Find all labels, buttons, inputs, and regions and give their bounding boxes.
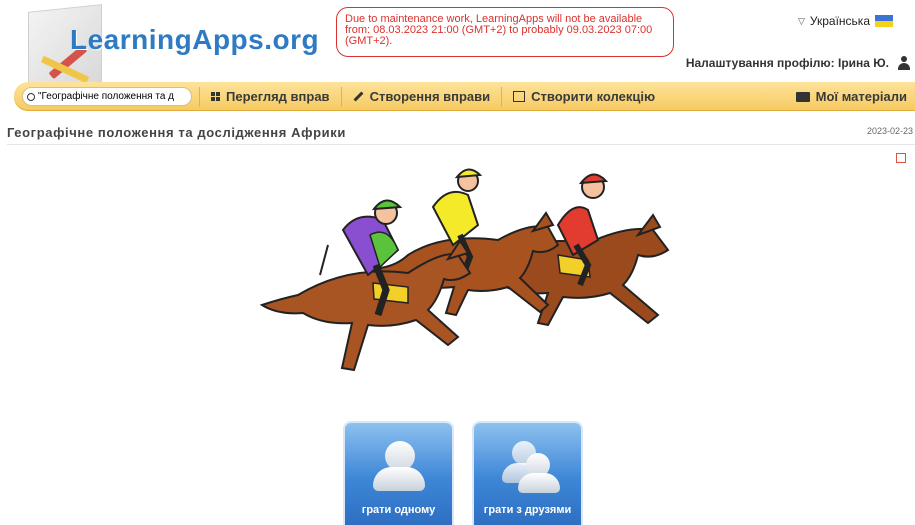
page-title: Географічне положення та дослідження Афр…	[7, 125, 346, 140]
site-logo[interactable]: LearningApps.org	[70, 24, 319, 56]
header: LearningApps.org Due to maintenance work…	[0, 0, 915, 90]
main-navbar: Перегляд вправ Створення вправи Створити…	[14, 82, 915, 111]
friends-body-front	[518, 473, 560, 493]
play-friends-label: грати з друзями	[483, 504, 572, 516]
nav-my-materials-label: Мої матеріали	[815, 89, 907, 104]
ukraine-flag-icon	[875, 15, 893, 27]
search-icon	[27, 92, 35, 101]
single-user-body	[373, 467, 425, 491]
folder-icon	[795, 91, 810, 102]
nav-create-collection[interactable]: Створити колекцію	[501, 86, 666, 107]
maintenance-notice: Due to maintenance work, LearningApps wi…	[336, 7, 674, 57]
language-label: Українська	[809, 14, 870, 28]
horse-purple-jockey	[259, 199, 472, 372]
pencil-icon	[353, 91, 364, 102]
play-single-label: грати одному	[361, 504, 436, 516]
play-friends-button[interactable]: грати з друзями	[474, 423, 581, 525]
dropdown-triangle-icon: ▽	[797, 15, 805, 26]
nav-my-materials[interactable]: Мої матеріали	[795, 89, 907, 104]
collection-icon	[513, 91, 526, 102]
nav-create-app[interactable]: Створення вправи	[340, 86, 502, 107]
language-selector[interactable]: ▽ Українська	[798, 14, 893, 28]
nav-browse-apps[interactable]: Перегляд вправ	[199, 86, 341, 107]
fullscreen-icon[interactable]	[896, 153, 906, 163]
grid-icon	[211, 92, 220, 101]
play-single-button[interactable]: грати одному	[345, 423, 452, 525]
page-date: 2023-02-23	[866, 126, 913, 136]
profile-settings-link[interactable]: Налаштування профілю: Ірина Ю.	[686, 56, 911, 70]
nav-collection-label: Створити колекцію	[531, 89, 656, 104]
search-box[interactable]	[22, 87, 192, 106]
search-input[interactable]	[38, 91, 178, 102]
horse-race-illustration	[259, 168, 670, 372]
nav-browse-label: Перегляд вправ	[226, 89, 330, 104]
profile-label: Налаштування профілю: Ірина Ю.	[685, 56, 889, 70]
divider	[7, 144, 915, 145]
nav-create-label: Створення вправи	[369, 89, 491, 104]
user-icon	[897, 56, 911, 70]
